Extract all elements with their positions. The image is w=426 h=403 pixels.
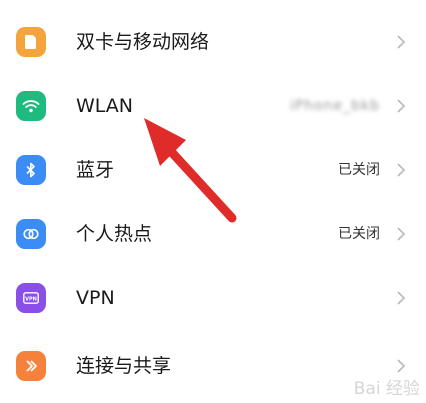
settings-item-bluetooth[interactable]: 蓝牙 已关闭 bbox=[0, 138, 426, 202]
wifi-icon bbox=[16, 91, 46, 121]
vpn-icon: VPN bbox=[16, 283, 46, 313]
chevron-right-icon bbox=[397, 35, 406, 49]
settings-item-hotspot[interactable]: 个人热点 已关闭 bbox=[0, 202, 426, 266]
chevron-right-icon bbox=[397, 99, 406, 113]
bluetooth-icon bbox=[16, 155, 46, 185]
chevron-right-icon bbox=[397, 163, 406, 177]
settings-item-label: 蓝牙 bbox=[76, 159, 115, 181]
bluetooth-status: 已关闭 bbox=[338, 162, 380, 178]
settings-item-vpn[interactable]: VPN VPN bbox=[0, 266, 426, 330]
settings-item-label: VPN bbox=[76, 287, 115, 309]
settings-item-wlan[interactable]: WLAN iPhone_bkb bbox=[0, 74, 426, 138]
wlan-network-name: iPhone_bkb bbox=[289, 98, 380, 114]
settings-item-label: 连接与共享 bbox=[76, 355, 172, 377]
chevron-right-icon bbox=[397, 291, 406, 305]
settings-item-label: 个人热点 bbox=[76, 223, 153, 245]
settings-list: 双卡与移动网络 WLAN iPhone_bkb 蓝牙 已关闭 个人热点 已关闭 … bbox=[0, 0, 426, 403]
chevron-right-icon bbox=[397, 359, 406, 373]
settings-item-dual-sim[interactable]: 双卡与移动网络 bbox=[0, 10, 426, 74]
share-icon bbox=[16, 351, 46, 381]
svg-text:VPN: VPN bbox=[25, 296, 37, 302]
watermark: Bai 经验 bbox=[353, 379, 420, 399]
hotspot-status: 已关闭 bbox=[338, 226, 380, 242]
sim-card-icon bbox=[16, 27, 46, 57]
chevron-right-icon bbox=[397, 227, 406, 241]
settings-item-label: WLAN bbox=[76, 95, 134, 117]
settings-item-label: 双卡与移动网络 bbox=[76, 31, 210, 53]
hotspot-icon bbox=[16, 219, 46, 249]
